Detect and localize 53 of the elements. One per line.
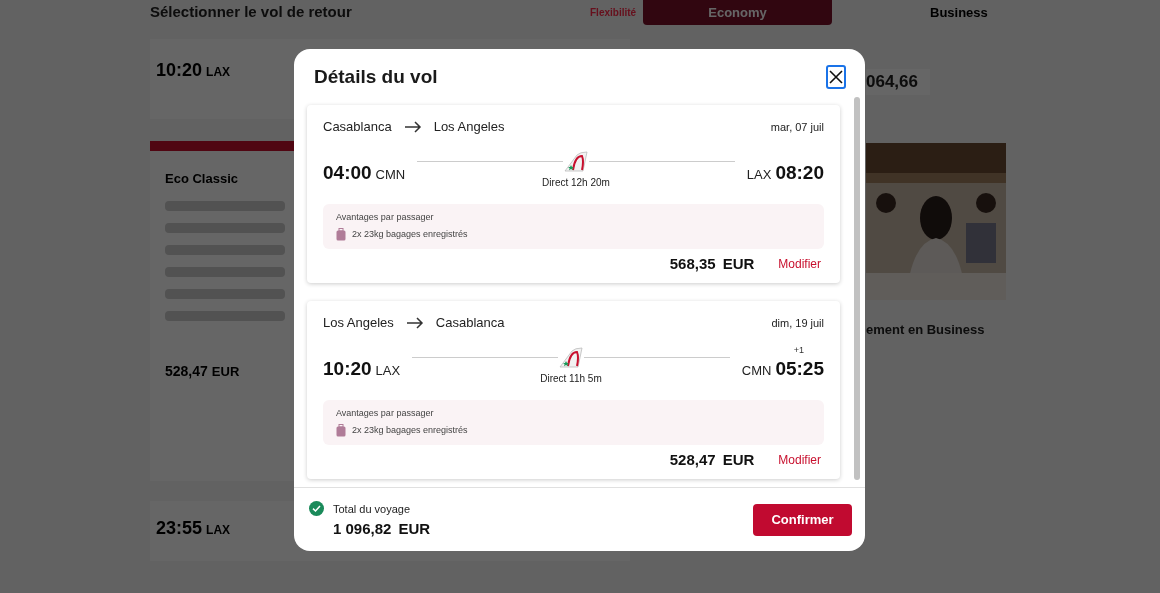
flight-price: 528,47 [669,449,716,470]
fare-name: Eco Classic [165,170,238,188]
tail-logo-icon [558,346,584,369]
flight-price: 568,35 [669,253,716,274]
airport-code: LAX [746,166,772,184]
currency: EUR [722,449,755,470]
modify-link[interactable]: Modifier [778,254,821,273]
arrival-time: 05:25 [775,357,824,381]
price-text: 064,66 [866,69,930,95]
currency: EUR [398,518,431,539]
departure-time: 10:20 [323,357,372,381]
perks-title: Avantages par passager [336,406,435,420]
airport-code: LAX [206,64,231,81]
arrow-icon [403,120,422,133]
confirm-button[interactable]: Confirmer [753,503,852,536]
total-price: 1 096,82 [333,518,392,539]
airport-code: LAX [206,522,231,539]
flight-date: mar, 07 juil [770,119,824,135]
departure-time: 23:55 [156,517,203,540]
origin-city: Casablanca [323,118,392,136]
day-offset: +1 [793,346,804,355]
arrival-time: 08:20 [775,161,824,185]
upgrade-title: ement en Business [866,321,986,339]
flight-duration: Direct 12h 20m [542,175,610,190]
dialog-title: Détails du vol [314,64,438,89]
close-icon [829,70,843,84]
currency: EUR [722,253,755,274]
airport-code: CMN [741,362,772,380]
perk-text: 2x 23kg bagages enregistrés [352,228,468,241]
modify-link[interactable]: Modifier [778,450,821,469]
destination-city: Casablanca [435,314,505,332]
flight-date: dim, 19 juil [771,315,824,331]
tail-logo-icon [563,150,589,173]
cabin-tab[interactable]: Economy [643,0,832,25]
departure-time: 04:00 [323,161,372,185]
check-icon [309,501,324,516]
airport-code: LAX [375,362,401,380]
total-label: Total du voyage [333,502,412,517]
destination-city: Los Angeles [433,118,505,136]
arrow-icon [405,316,424,329]
currency: EUR [211,362,240,381]
airport-code: CMN [375,166,406,184]
perks-title: Avantages par passager [336,210,435,224]
departure-time: 10:20 [156,59,203,82]
close-button[interactable] [826,65,846,89]
origin-city: Los Angeles [323,314,394,332]
cabin-tab[interactable]: Business [930,0,988,25]
perk-text: 2x 23kg bagages enregistrés [352,424,468,437]
fare-price: 528,47 [165,361,208,381]
suitcase-icon [336,228,346,242]
suitcase-icon [336,424,346,438]
page-heading: Sélectionner le vol de retour [150,2,352,23]
flight-duration: Direct 11h 5m [540,371,602,386]
